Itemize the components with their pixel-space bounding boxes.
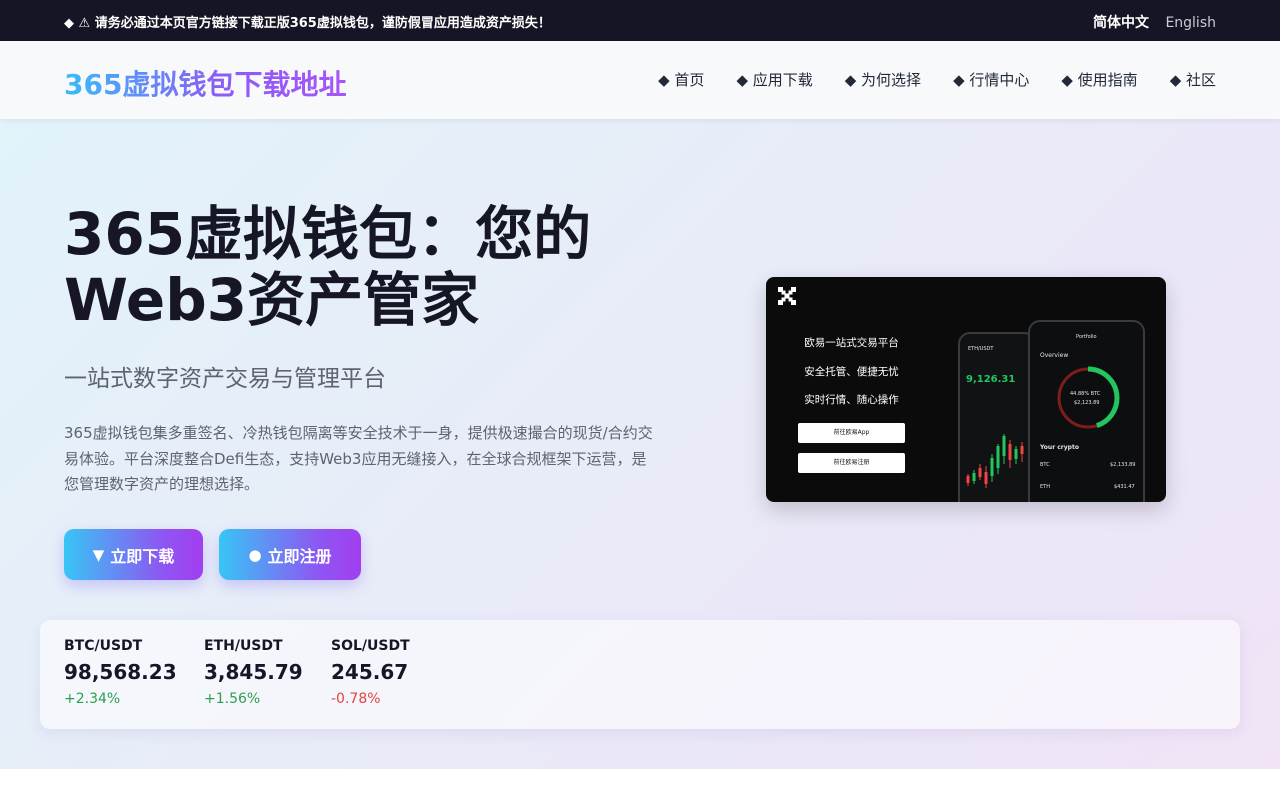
hero-title-line2: Web3资产管家 (64, 266, 480, 334)
download-button-label: 立即下载 (110, 546, 175, 566)
ticker-item-btc[interactable]: BTC/USDT 98,568.23 +2.34% (64, 638, 177, 707)
phone2-row2-value: $431.47 (1114, 484, 1135, 490)
register-button[interactable]: ● 立即注册 (219, 529, 361, 580)
price-ticker: BTC/USDT 98,568.23 +2.34% ETH/USDT 3,845… (40, 620, 1240, 729)
site-logo[interactable]: 365虚拟钱包下载地址 (64, 63, 346, 103)
nav-item-home[interactable]: ◆ 首页 (658, 69, 704, 90)
ticker-price: 245.67 (331, 660, 409, 684)
language-switcher: 简体中文 English (1081, 12, 1216, 32)
ticker-change: -0.78% (331, 691, 381, 707)
ticker-change: +1.56% (204, 691, 261, 707)
phone2-row2-coin: ETH (1040, 484, 1050, 490)
phone-mockup-chart: ETH/USDT 9,126.31 (958, 332, 1036, 502)
ticker-price: 98,568.23 (64, 660, 177, 684)
ticker-pair: ETH/USDT (204, 638, 283, 654)
hero-title-line1: 365虚拟钱包：您的 (64, 200, 592, 268)
ticker-pair: BTC/USDT (64, 638, 143, 654)
phone2-row1-coin: BTC (1040, 462, 1050, 468)
lang-option-zh[interactable]: 简体中文 (1093, 12, 1149, 32)
top-notice-bar: ◆ ⚠ 请务必通过本页官方链接下载正版365虚拟钱包，谨防假冒应用造成资产损失！… (0, 0, 1280, 41)
phone2-row1-value: $2,133.89 (1110, 462, 1136, 468)
register-dot-icon: ● (248, 545, 262, 564)
lang-option-en[interactable]: English (1165, 15, 1216, 31)
security-notice: ◆ ⚠ 请务必通过本页官方链接下载正版365虚拟钱包，谨防假冒应用造成资产损失！ (64, 16, 551, 31)
nav-item-why[interactable]: ◆ 为何选择 (845, 69, 921, 90)
download-button[interactable]: ▼ 立即下载 (64, 529, 203, 580)
nav-item-community[interactable]: ◆ 社区 (1170, 69, 1216, 90)
nav-item-market[interactable]: ◆ 行情中心 (953, 69, 1029, 90)
banner-app-button: 前往欧易App (798, 423, 905, 443)
phone2-ring-label: 44.88% BTC (1070, 391, 1101, 397)
phone2-title: Portfolio (1076, 334, 1097, 340)
banner-register-button: 前往欧易注册 (798, 453, 905, 473)
phone2-ring-value: $2,123.89 (1074, 400, 1100, 406)
hero-title: 365虚拟钱包：您的 Web3资产管家 (64, 201, 704, 333)
okx-logo-icon (778, 287, 796, 305)
site-header: 365虚拟钱包下载地址 ◆ 首页 ◆ 应用下载 ◆ 为何选择 ◆ 行情中心 ◆ … (0, 41, 1280, 119)
ticker-item-sol[interactable]: SOL/USDT 245.67 -0.78% (331, 638, 410, 707)
ticker-price: 3,845.79 (204, 660, 303, 684)
phone2-overview: Overview (1040, 352, 1069, 359)
ticker-pair: SOL/USDT (331, 638, 410, 654)
banner-line-3: 实时行情、随心操作 (804, 394, 899, 406)
phone2-section: Your crypto (1040, 444, 1079, 451)
banner-line-2: 安全托管、便捷无忧 (804, 366, 899, 378)
banner-line-1: 欧易一站式交易平台 (804, 337, 899, 349)
register-button-label: 立即注册 (267, 546, 332, 566)
portfolio-ring-chart-icon (1056, 366, 1120, 430)
app-promo-image: 欧易一站式交易平台 安全托管、便捷无忧 实时行情、随心操作 前往欧易App 前往… (766, 277, 1166, 502)
hero-description: 365虚拟钱包集多重签名、冷热钱包隔离等安全技术于一身，提供极速撮合的现货/合约… (64, 424, 653, 493)
nav-item-download[interactable]: ◆ 应用下载 (736, 69, 812, 90)
phone1-price: 9,126.31 (966, 374, 1016, 385)
phone1-pair: ETH/USDT (968, 346, 994, 352)
nav-item-guide[interactable]: ◆ 使用指南 (1061, 69, 1137, 90)
ticker-item-eth[interactable]: ETH/USDT 3,845.79 +1.56% (204, 638, 303, 707)
download-arrow-icon: ▼ (92, 545, 105, 564)
phone-mockup-portfolio: Portfolio Overview 44.88% BTC $2,123.89 … (1028, 320, 1145, 502)
ticker-change: +2.34% (64, 691, 121, 707)
main-nav: ◆ 首页 ◆ 应用下载 ◆ 为何选择 ◆ 行情中心 ◆ 使用指南 ◆ 社区 (626, 69, 1216, 90)
hero-subtitle: 一站式数字资产交易与管理平台 (64, 366, 386, 392)
candlestick-chart-icon (966, 434, 1024, 488)
